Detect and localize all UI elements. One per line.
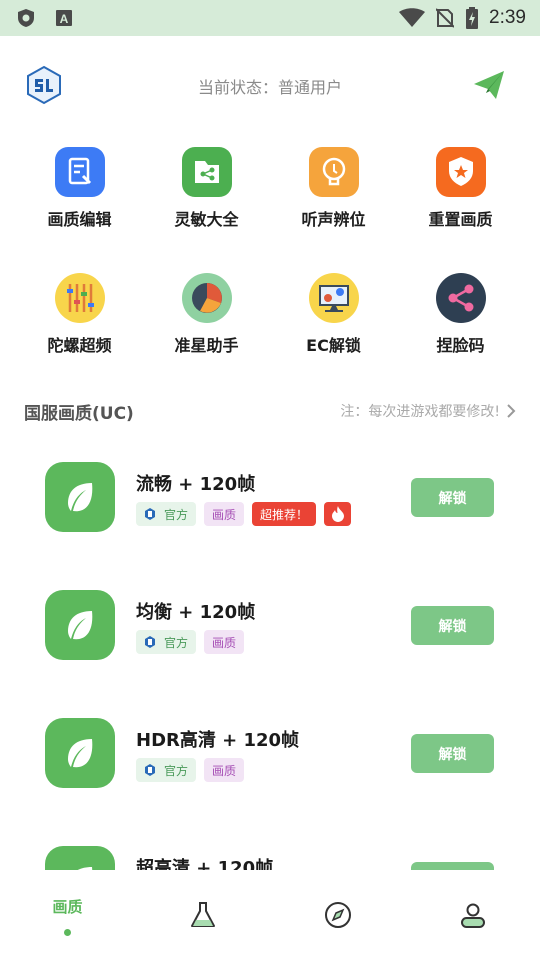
nav-tab-discover[interactable]: [270, 870, 405, 960]
tool-label: 陀螺超频: [47, 336, 112, 355]
a-icon: A: [54, 8, 74, 28]
list-item: 均衡 + 120帧 官方 画质 解锁: [0, 590, 540, 718]
unlock-button[interactable]: 解锁: [411, 734, 494, 773]
tag-label: 官方: [164, 763, 189, 778]
preset-list: 流畅 + 120帧 官方 画质 超推荐！ 解锁 均衡 + 120帧 官方 画质 …: [0, 462, 540, 870]
shield-icon: [16, 8, 36, 28]
tag-label: 官方: [164, 635, 189, 650]
official-tag: 官方: [136, 758, 197, 782]
tool-edit-quality[interactable]: 画质编辑: [16, 146, 143, 272]
status-bar: A 2:39: [0, 0, 540, 36]
leaf-icon: [45, 590, 115, 660]
unlock-button[interactable]: 解锁: [411, 478, 494, 517]
tool-ec-unlock[interactable]: EC解锁: [270, 272, 397, 398]
tool-grid: 画质编辑 灵敏大全 听声辨位 重置画质 陀螺超频 准星助手 EC解锁 捏脸码: [0, 146, 540, 398]
tag-row: 官方 画质 超推荐！: [136, 502, 352, 526]
pie-chart-icon: [181, 272, 233, 324]
leaf-icon: [45, 462, 115, 532]
tag-row: 官方 画质: [136, 630, 245, 654]
list-item: HDR高清 + 120帧 官方 画质 解锁: [0, 718, 540, 846]
official-badge-icon: [145, 508, 155, 520]
section-title: 国服画质(UC): [24, 403, 134, 424]
edit-doc-icon: [54, 146, 106, 198]
sliders-icon: [54, 272, 106, 324]
user-status-text: 当前状态：普通用户: [197, 78, 342, 97]
share-icon: [435, 272, 487, 324]
tool-gyro-overclock[interactable]: 陀螺超频: [16, 272, 143, 398]
quality-tag: 画质: [204, 502, 245, 526]
tool-label: 灵敏大全: [174, 210, 239, 229]
user-icon: [460, 903, 485, 928]
bottom-nav: 画质: [0, 870, 540, 960]
fire-icon: [324, 502, 352, 526]
nav-tab-quality[interactable]: 画质: [0, 870, 135, 960]
quality-tag: 画质: [204, 630, 245, 654]
flask-icon: [190, 902, 215, 927]
section-header: 国服画质(UC) 注：每次进游戏都要修改!: [24, 398, 516, 424]
clock: 2:39: [489, 7, 526, 28]
tool-label: 重置画质: [428, 210, 493, 229]
active-indicator: [64, 929, 71, 936]
compass-icon: [324, 902, 351, 928]
nav-tab-lab[interactable]: [135, 870, 270, 960]
chevron-right-icon[interactable]: [506, 403, 516, 419]
wifi-icon: [399, 8, 426, 28]
list-item: 超高清 + 120帧 解锁: [0, 846, 540, 870]
header: 当前状态：普通用户: [0, 60, 540, 110]
tool-label: EC解锁: [306, 336, 361, 355]
leaf-icon: [45, 846, 115, 870]
item-title: 均衡 + 120帧: [136, 602, 256, 623]
send-icon[interactable]: [472, 68, 506, 102]
tool-crosshair[interactable]: 准星助手: [143, 272, 270, 398]
unlock-button[interactable]: 解锁: [411, 862, 494, 870]
share-folder-icon: [181, 146, 233, 198]
official-tag: 官方: [136, 630, 197, 654]
tool-sound-locate[interactable]: 听声辨位: [270, 146, 397, 272]
tag-label: 官方: [164, 507, 189, 522]
official-tag: 官方: [136, 502, 197, 526]
tool-label: 捏脸码: [436, 336, 485, 355]
tool-sensitivity[interactable]: 灵敏大全: [143, 146, 270, 272]
official-badge-icon: [145, 636, 155, 648]
battery-icon: [465, 7, 479, 29]
tool-label: 画质编辑: [47, 210, 112, 229]
no-sim-icon: [435, 8, 455, 28]
quality-tag: 画质: [204, 758, 245, 782]
nav-tab-profile[interactable]: [405, 870, 540, 960]
official-badge-icon: [145, 764, 155, 776]
bulb-icon: [308, 146, 360, 198]
monitor-icon: [308, 272, 360, 324]
tool-reset-quality[interactable]: 重置画质: [397, 146, 524, 272]
item-title: HDR高清 + 120帧: [136, 730, 300, 751]
svg-text:A: A: [60, 12, 69, 26]
recommend-tag: 超推荐！: [252, 502, 317, 526]
tool-label: 准星助手: [174, 336, 239, 355]
tool-label: 听声辨位: [301, 210, 366, 229]
item-title: 超高清 + 120帧: [136, 858, 274, 870]
tag-row: 官方 画质: [136, 758, 245, 782]
list-item: 流畅 + 120帧 官方 画质 超推荐！ 解锁: [0, 462, 540, 590]
nav-label: 画质: [52, 898, 83, 916]
leaf-icon: [45, 718, 115, 788]
section-note[interactable]: 注：每次进游戏都要修改!: [340, 401, 500, 421]
unlock-button[interactable]: 解锁: [411, 606, 494, 645]
item-title: 流畅 + 120帧: [136, 474, 256, 495]
shield-star-icon: [435, 146, 487, 198]
tool-face-code[interactable]: 捏脸码: [397, 272, 524, 398]
